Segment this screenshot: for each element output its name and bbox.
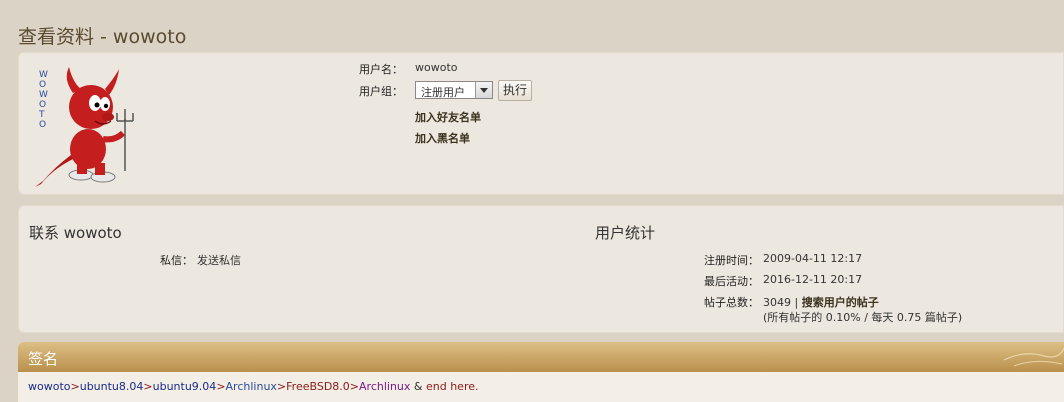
add-foe-link[interactable]: 加入黑名单 [415, 130, 470, 146]
avatar: W O W O T O [33, 59, 145, 189]
avatar-letter: O [39, 120, 46, 130]
sig-part: end here. [425, 380, 479, 393]
sig-part: > [70, 380, 80, 393]
sig-part: > [349, 380, 360, 393]
posts-line: 3049 | 搜索用户的帖子 [763, 294, 879, 310]
signature-heading: 签名 [28, 350, 59, 368]
add-friend-link[interactable]: 加入好友名单 [415, 109, 481, 125]
avatar-letter: T [38, 110, 45, 120]
avatar-letter: W [39, 70, 48, 80]
profile-panel: W O W O T O 用户名： wowoto 用户组： 注册用户 执行 加入好… [18, 52, 1064, 195]
sig-part: wowoto [28, 380, 71, 393]
page-title: 查看资料 - wowoto [18, 26, 187, 48]
joined-label: 注册时间： [704, 254, 759, 267]
username-label: 用户名： [359, 63, 403, 76]
sig-part: FreeBSD8.0 [286, 380, 350, 393]
joined-value: 2009-04-11 12:17 [763, 252, 863, 265]
chevron-down-icon[interactable] [475, 82, 492, 98]
posts-separator: | [791, 296, 802, 309]
search-posts-link[interactable]: 搜索用户的帖子 [802, 296, 879, 309]
signature-text: wowoto>ubuntu8.04>ubuntu9.04>Archlinux>F… [28, 380, 479, 393]
sig-part: > [216, 380, 226, 393]
exec-button[interactable]: 执行 [498, 80, 532, 101]
sig-part: ubuntu9.04 [152, 380, 217, 393]
pm-label: 私信： [160, 254, 193, 267]
avatar-letter: O [39, 100, 46, 110]
contact-heading: 联系 wowoto [29, 224, 122, 242]
bsd-daemon-icon: W O W O T O [35, 67, 134, 187]
group-label: 用户组： [359, 85, 403, 98]
username-value: wowoto [415, 61, 458, 74]
sig-part: Archlinux [359, 380, 411, 393]
avatar-letter: O [39, 80, 46, 90]
posts-count: 3049 [763, 296, 791, 309]
sig-part: > [143, 380, 153, 393]
sig-part: ubuntu8.04 [79, 380, 144, 393]
posts-detail: (所有帖子的 0.10% / 每天 0.75 篇帖子) [763, 311, 963, 324]
swirl-decoration-icon [1004, 347, 1064, 367]
sig-part: > [276, 380, 287, 393]
contact-stats-panel: 联系 wowoto 私信： 发送私信 用户统计 注册时间： 2009-04-11… [18, 205, 1064, 333]
sig-part: & [410, 380, 426, 393]
last-active-label: 最后活动： [704, 275, 759, 288]
send-pm-link[interactable]: 发送私信 [197, 252, 241, 268]
last-active-value: 2016-12-11 20:17 [763, 273, 863, 286]
posts-label: 帖子总数： [704, 296, 759, 309]
group-select-value: 注册用户 [421, 86, 465, 99]
sig-part: Archlinux [225, 380, 277, 393]
signature-header: 签名 [18, 342, 1064, 372]
signature-body: wowoto>ubuntu8.04>ubuntu9.04>Archlinux>F… [18, 372, 1064, 402]
group-select[interactable]: 注册用户 [415, 81, 493, 99]
avatar-letter: W [39, 90, 48, 100]
stats-heading: 用户统计 [595, 224, 656, 242]
